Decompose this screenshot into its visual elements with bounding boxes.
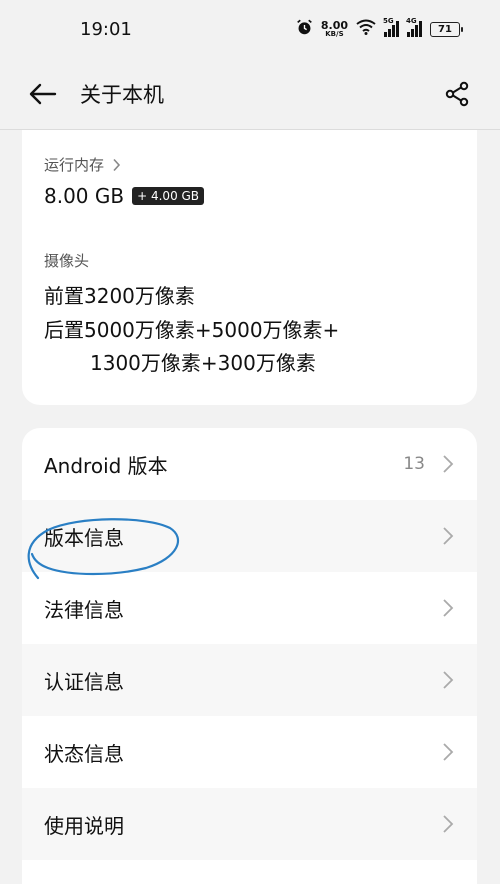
share-icon (445, 81, 469, 106)
list-item-label: 状态信息 (44, 741, 124, 766)
signal-5g-icon: 5G (383, 17, 399, 37)
camera-front: 前置3200万像素 (44, 284, 195, 308)
list-item-value: 13 (403, 454, 425, 474)
signal-5g-tag: 5G (383, 17, 394, 25)
page-title: 关于本机 (80, 82, 164, 107)
list-item-legal-info[interactable]: 法律信息 (22, 572, 477, 644)
chevron-right-icon (441, 670, 455, 690)
chevron-right-icon (441, 742, 455, 762)
screen: 19:01 8.00 KB/S 5G 4G 71 关于本机 运行内存 8.00 … (0, 0, 500, 884)
status-bar: 19:01 8.00 KB/S 5G 4G 71 (0, 0, 500, 58)
chevron-right-icon (441, 814, 455, 834)
status-time: 19:01 (80, 18, 132, 40)
list-item-label: 认证信息 (44, 669, 124, 694)
info-list-card: Android 版本 13 版本信息 法律信息 认证信息 状态信息 使用说明 (22, 428, 477, 884)
list-item-label: 使用说明 (44, 813, 124, 838)
memory-label: 运行内存 (44, 156, 105, 174)
alarm-icon (296, 19, 313, 40)
net-speed: 8.00 KB/S (321, 20, 348, 38)
wifi-icon (356, 19, 376, 39)
camera-label: 摄像头 (44, 252, 90, 270)
list-item-certification-info[interactable]: 认证信息 (22, 644, 477, 716)
camera-rear-line1: 后置5000万像素+5000万像素+ (44, 318, 340, 342)
memory-value-row: 8.00 GB + 4.00 GB (44, 184, 205, 208)
share-button[interactable] (440, 77, 474, 111)
list-item-label: 版本信息 (44, 525, 124, 550)
app-header: 关于本机 (0, 58, 500, 130)
list-item-status-info[interactable]: 状态信息 (22, 716, 477, 788)
signal-4g-tag: 4G (406, 17, 417, 25)
specs-card: 运行内存 8.00 GB + 4.00 GB 摄像头 前置3200万像素 后置5… (22, 130, 477, 405)
list-item-user-guide[interactable]: 使用说明 (22, 788, 477, 860)
camera-rear-line2: 1300万像素+300万像素 (90, 351, 316, 375)
chevron-right-icon (441, 454, 455, 474)
signal-4g-icon: 4G (406, 17, 422, 37)
camera-rear: 后置5000万像素+5000万像素+ 1300万像素+300万像素 (44, 314, 339, 380)
back-button[interactable] (26, 77, 60, 111)
memory-label-row[interactable]: 运行内存 (44, 154, 121, 175)
list-item-android-version[interactable]: Android 版本 13 (22, 428, 477, 500)
status-icons: 8.00 KB/S 5G 4G 71 (296, 17, 463, 40)
chevron-right-icon (113, 158, 121, 171)
net-speed-unit: KB/S (325, 30, 344, 38)
list-item-label: 法律信息 (44, 597, 124, 622)
memory-extension-badge: + 4.00 GB (132, 187, 205, 205)
arrow-left-icon (29, 83, 57, 104)
memory-value: 8.00 GB (44, 184, 125, 208)
list-item-label: Android 版本 (44, 453, 168, 478)
battery-icon: 71 (430, 21, 463, 37)
list-item-version-info[interactable]: 版本信息 (22, 500, 477, 572)
chevron-right-icon (441, 598, 455, 618)
chevron-right-icon (441, 526, 455, 546)
battery-level: 71 (438, 23, 452, 35)
